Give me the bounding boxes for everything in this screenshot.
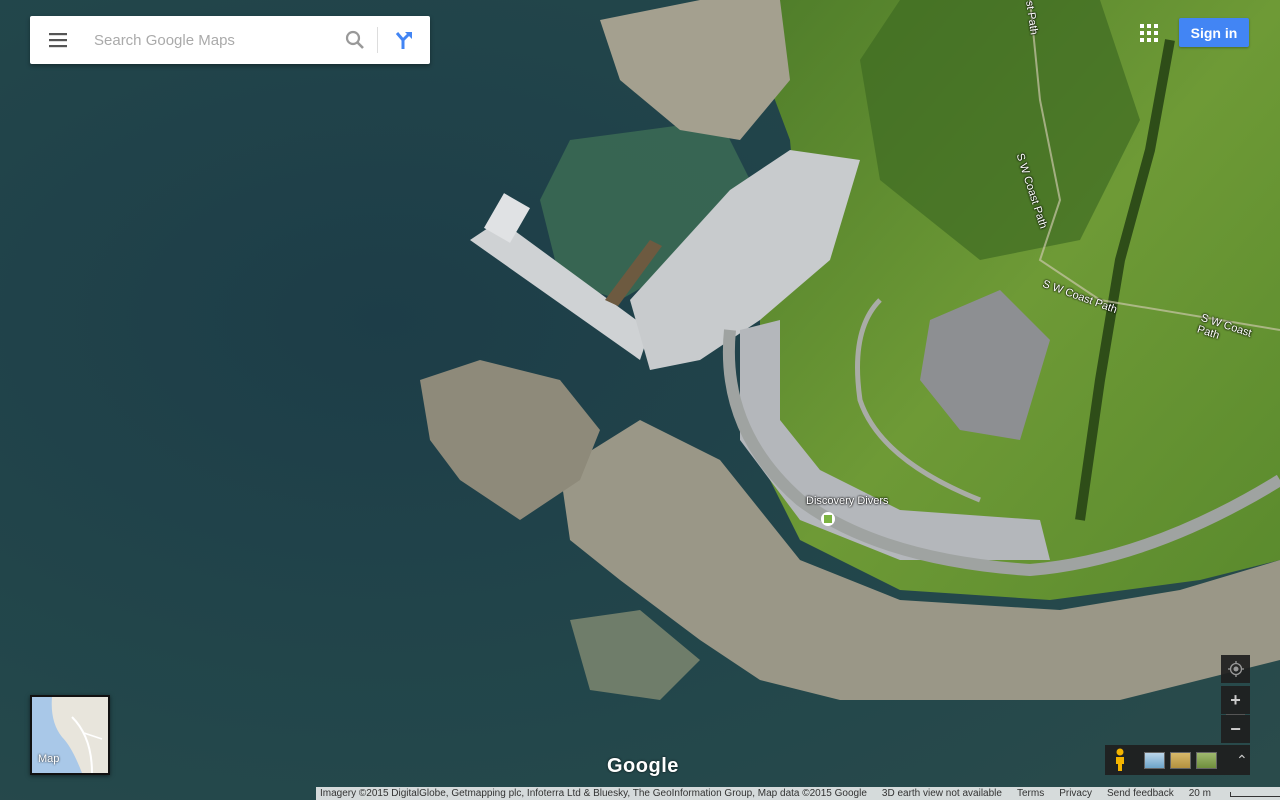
search-button[interactable] bbox=[333, 16, 377, 64]
search-input[interactable] bbox=[86, 17, 333, 63]
poi-marker-dot bbox=[824, 515, 832, 523]
directions-icon bbox=[395, 32, 412, 49]
apps-grid-icon bbox=[1140, 24, 1158, 42]
scale-indicator[interactable]: 20 m bbox=[1189, 788, 1280, 799]
layer-thumbnail-satellite[interactable] bbox=[1196, 751, 1217, 769]
zoom-out-button[interactable]: − bbox=[1221, 715, 1250, 743]
scale-bar bbox=[1229, 792, 1280, 797]
layer-thumbnail-terrain[interactable] bbox=[1170, 751, 1191, 769]
satellite-map[interactable] bbox=[0, 0, 1280, 800]
map-type-switcher[interactable]: Map bbox=[30, 695, 110, 775]
menu-button[interactable] bbox=[30, 16, 86, 64]
sign-in-button[interactable]: Sign in bbox=[1179, 18, 1249, 47]
map-type-label: Map bbox=[38, 753, 60, 765]
bottom-control-strip: ⌃ bbox=[1105, 745, 1250, 775]
zoom-in-button[interactable]: + bbox=[1221, 686, 1250, 714]
layer-thumbnail-earth[interactable] bbox=[1144, 751, 1165, 769]
privacy-link[interactable]: Privacy bbox=[1059, 788, 1092, 799]
send-feedback-link[interactable]: Send feedback bbox=[1107, 788, 1174, 799]
google-logo: Google bbox=[607, 755, 679, 777]
hamburger-icon bbox=[49, 33, 67, 48]
terms-link[interactable]: Terms bbox=[1017, 788, 1044, 799]
earth-view-notice: 3D earth view not available bbox=[881, 788, 1002, 799]
location-icon bbox=[1227, 661, 1244, 677]
zoom-in-icon: + bbox=[1230, 689, 1241, 710]
expand-chevron-icon[interactable]: ⌃ bbox=[1236, 753, 1248, 767]
zoom-out-icon: − bbox=[1230, 718, 1241, 739]
search-box bbox=[30, 16, 430, 64]
scale-label: 20 m bbox=[1188, 788, 1211, 799]
my-location-button[interactable] bbox=[1221, 655, 1250, 683]
apps-button[interactable] bbox=[1136, 20, 1162, 46]
imagery-attribution: Imagery ©2015 DigitalGlobe, Getmapping p… bbox=[320, 788, 867, 799]
poi-label[interactable]: Discovery Divers bbox=[806, 495, 889, 507]
directions-button[interactable] bbox=[378, 16, 430, 64]
pegman-icon[interactable] bbox=[1111, 748, 1129, 772]
attribution-footer: Imagery ©2015 DigitalGlobe, Getmapping p… bbox=[316, 787, 1280, 800]
search-icon bbox=[345, 30, 364, 49]
